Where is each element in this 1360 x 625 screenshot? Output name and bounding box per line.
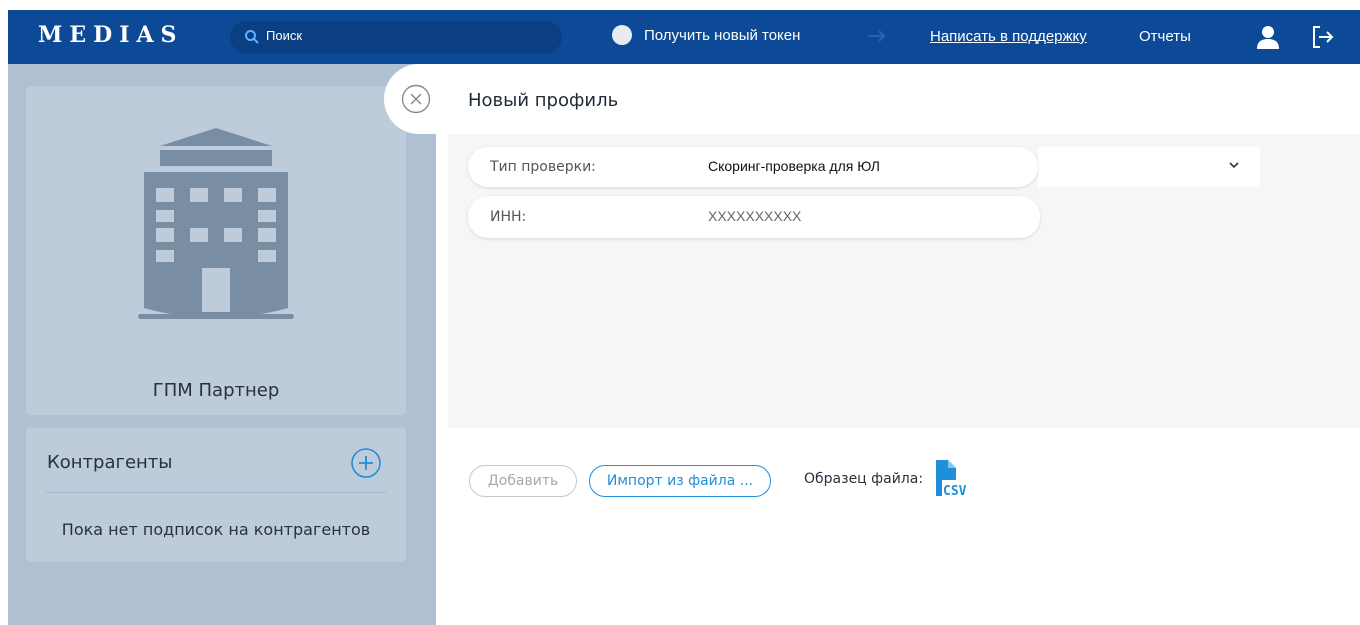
reports-link[interactable]: Отчеты [1139,28,1191,45]
company-card[interactable]: ГПМ Партнер [26,86,406,415]
import-file-button[interactable]: Импорт из файла ... [589,465,771,497]
check-type-value: Скоринг-проверка для ЮЛ [708,158,880,174]
inn-placeholder: XXXXXXXXXX [708,208,802,224]
add-button[interactable]: Добавить [469,465,577,497]
search-placeholder: Поиск [266,28,303,43]
actions-bar: Добавить Импорт из файла ... Образец фай… [448,428,1360,625]
arrow-icon [868,30,886,42]
check-type-label: Тип проверки: [490,159,596,175]
app-logo[interactable]: MEDIAS [38,22,183,48]
select-extension[interactable] [1038,147,1260,187]
token-status-icon [612,25,632,45]
sidebar: ГПМ Партнер Контрагенты Пока нет подписо… [8,64,436,625]
check-type-select[interactable]: Тип проверки: Скоринг-проверка для ЮЛ [468,147,1038,187]
plus-circle-icon[interactable] [350,447,382,479]
csv-label: CSV [943,484,967,499]
csv-file-icon[interactable]: CSV [934,458,974,500]
company-name: ГПМ Партнер [152,380,280,401]
inn-label: ИНН: [490,209,527,225]
logout-icon[interactable] [1310,24,1336,50]
divider [46,492,386,493]
close-circle-icon[interactable] [400,83,432,115]
get-token-label: Получить новый токен [644,26,801,44]
search-input[interactable]: Поиск [230,21,562,53]
contractors-empty-text: Пока нет подписок на контрагентов [61,520,371,539]
contractors-title: Контрагенты [47,452,173,473]
building-icon [138,128,294,319]
inn-field[interactable]: ИНН: XXXXXXXXXX [468,196,1040,238]
search-icon [245,30,259,44]
panel-title: Новый профиль [468,90,619,111]
sample-file-label: Образец файла: [804,471,924,487]
contractors-card: Контрагенты Пока нет подписок на контраг… [26,428,406,562]
top-bar: MEDIAS Поиск Получить новый токен Написа… [8,10,1360,64]
user-icon[interactable] [1255,24,1281,50]
get-token-button[interactable]: Получить новый токен [612,25,800,45]
support-link[interactable]: Написать в поддержку [930,28,1087,45]
chevron-down-icon[interactable] [1228,160,1240,170]
